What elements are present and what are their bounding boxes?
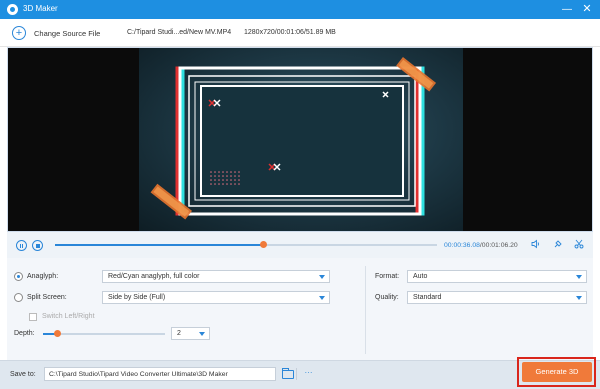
volume-icon[interactable] bbox=[531, 239, 541, 252]
save-to-label: Save to: bbox=[10, 371, 36, 378]
quality-label: Quality: bbox=[375, 294, 399, 301]
split-screen-label: Split Screen: bbox=[27, 294, 67, 301]
quality-dropdown[interactable]: Standard bbox=[407, 291, 587, 304]
stop-button[interactable] bbox=[32, 240, 43, 251]
depth-slider[interactable] bbox=[43, 330, 165, 337]
browse-button[interactable]: ··· bbox=[296, 368, 320, 380]
format-value: Auto bbox=[413, 273, 428, 280]
anaglyph-dropdown[interactable]: Red/Cyan anaglyph, full color bbox=[102, 270, 330, 283]
playback-controls: 00:00:36.08/00:01:06.20 bbox=[7, 232, 593, 258]
progress-fill bbox=[55, 244, 264, 246]
folder-icon[interactable] bbox=[282, 368, 294, 379]
total-time: /00:01:06.20 bbox=[479, 242, 518, 249]
scissors-icon[interactable] bbox=[574, 239, 584, 252]
minimize-button[interactable]: — bbox=[558, 0, 576, 19]
depth-stepper[interactable]: 2 bbox=[171, 327, 210, 340]
format-dropdown[interactable]: Auto bbox=[407, 270, 587, 283]
chevron-down-icon bbox=[576, 275, 582, 279]
split-screen-dropdown[interactable]: Side by Side (Full) bbox=[102, 291, 330, 304]
divider bbox=[365, 266, 366, 354]
chevron-down-icon bbox=[576, 296, 582, 300]
save-bar: Save to: C:\Tipard Studio\Tipard Video C… bbox=[0, 360, 600, 389]
progress-handle[interactable] bbox=[259, 241, 267, 248]
app-logo-icon bbox=[7, 4, 18, 15]
preview-artwork bbox=[150, 56, 437, 220]
format-label: Format: bbox=[375, 273, 400, 280]
snapshot-icon[interactable] bbox=[553, 239, 563, 252]
settings-panel: Anaglyph: Red/Cyan anaglyph, full color … bbox=[7, 258, 593, 360]
switch-left-right-checkbox[interactable] bbox=[29, 313, 37, 321]
title-bar: 3D Maker — ✕ bbox=[0, 0, 600, 19]
close-button[interactable]: ✕ bbox=[578, 0, 596, 19]
generate-3d-button[interactable]: Generate 3D bbox=[522, 362, 592, 382]
quality-value: Standard bbox=[413, 294, 442, 301]
save-path-field[interactable]: C:\Tipard Studio\Tipard Video Converter … bbox=[44, 367, 313, 381]
change-source-button[interactable]: Change Source File bbox=[34, 29, 100, 38]
progress-slider[interactable] bbox=[55, 241, 437, 248]
switch-left-right-label: Switch Left/Right bbox=[42, 313, 95, 320]
depth-value: 2 bbox=[177, 330, 181, 337]
anaglyph-label: Anaglyph: bbox=[27, 273, 59, 280]
time-display: 00:00:36.08/00:01:06.20 bbox=[444, 242, 518, 249]
window-title: 3D Maker bbox=[23, 4, 58, 13]
current-time: 00:00:36.08 bbox=[444, 242, 480, 249]
chevron-down-icon bbox=[319, 296, 325, 300]
chevron-down-icon bbox=[199, 332, 205, 336]
split-screen-radio[interactable] bbox=[14, 293, 23, 302]
pause-button[interactable] bbox=[16, 240, 27, 251]
source-file-meta: 1280x720/00:01:06/51.89 MB bbox=[244, 29, 336, 36]
save-path-value: C:\Tipard Studio\Tipard Video Converter … bbox=[49, 371, 228, 378]
video-frame bbox=[139, 48, 463, 231]
video-preview bbox=[7, 47, 593, 232]
toolbar: + Change Source File C:/Tipard Studi...e… bbox=[0, 19, 600, 47]
depth-handle[interactable] bbox=[54, 330, 62, 337]
chevron-down-icon bbox=[319, 275, 325, 279]
add-icon[interactable]: + bbox=[12, 26, 26, 40]
split-screen-value: Side by Side (Full) bbox=[108, 294, 166, 301]
source-file-path: C:/Tipard Studi...ed/New MV.MP4 bbox=[127, 29, 232, 36]
depth-label: Depth: bbox=[14, 330, 35, 337]
anaglyph-value: Red/Cyan anaglyph, full color bbox=[108, 273, 200, 280]
anaglyph-radio[interactable] bbox=[14, 272, 23, 281]
